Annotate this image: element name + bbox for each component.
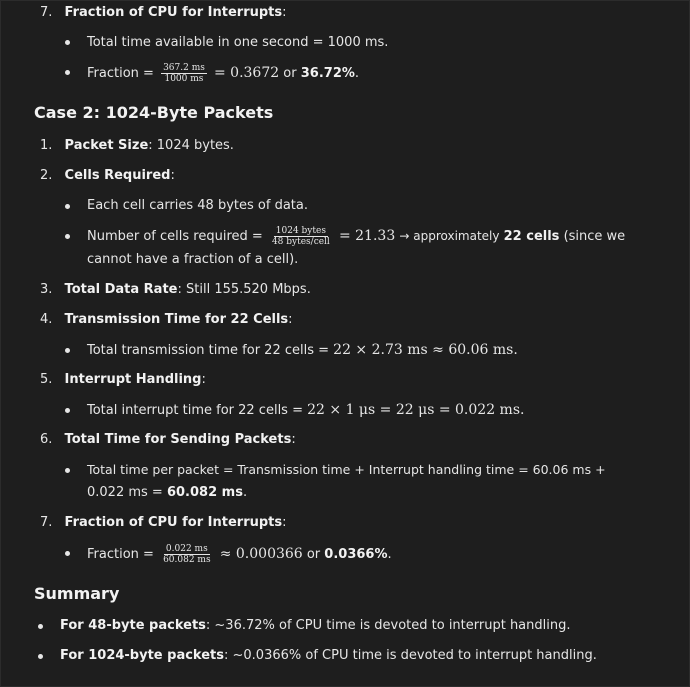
item-title: Packet Size xyxy=(64,138,149,153)
fraction-math: 1024 bytes 48 bytes/cell xyxy=(270,226,332,247)
section-heading: Case 2: 1024-Byte Packets xyxy=(34,103,274,122)
fraction-line: Number of cells required = 1024 bytes 48… xyxy=(87,226,625,247)
fraction-label: Fraction = xyxy=(87,66,154,81)
bullet-text: Total time per packet = Transmission tim… xyxy=(87,462,606,477)
bullet-dot xyxy=(65,408,70,413)
bullet-dot xyxy=(65,70,70,75)
item-text: : xyxy=(288,312,293,327)
bullet-dot xyxy=(65,348,70,353)
bullet-text: Total interrupt time for 22 cells = 22 ×… xyxy=(87,401,524,420)
list-item: 7. Fraction of CPU for Interrupts: xyxy=(40,514,287,532)
bullet-dot xyxy=(65,468,70,473)
approx-text: → approximately xyxy=(399,229,500,243)
total-time-value: 60.082 ms xyxy=(166,485,243,500)
period: . xyxy=(242,485,248,500)
fraction-numerator: 0.022 ms xyxy=(163,544,210,555)
list-item: 2. Cells Required: xyxy=(40,167,175,185)
list-item: 5. Interrupt Handling: xyxy=(40,371,206,389)
list-number: 2. xyxy=(40,168,53,183)
percent-value: 36.72% xyxy=(300,66,355,81)
summary-title: For 1024-byte packets xyxy=(60,648,224,663)
bullet-text-continuation: 0.022 ms = 60.082 ms. xyxy=(87,484,247,502)
item-title: Transmission Time for 22 Cells xyxy=(64,312,289,327)
item-colon: : xyxy=(282,5,287,20)
fraction-label: Fraction = xyxy=(87,547,154,562)
list-item: 3. Total Data Rate: Still 155.520 Mbps. xyxy=(40,281,311,299)
fraction-math: 367.2 ms 1000 ms xyxy=(161,63,207,84)
list-item: 1. Packet Size: 1024 bytes. xyxy=(40,137,234,155)
item-title: Cells Required xyxy=(64,168,171,183)
summary-text: : ~0.0366% of CPU time is devoted to int… xyxy=(224,648,597,663)
summary-item: For 48-byte packets: ~36.72% of CPU time… xyxy=(60,617,571,635)
math-expression: 22 × 1 μs = 22 μs = 0.022 ms. xyxy=(307,402,525,418)
list-number: 6. xyxy=(40,432,53,447)
fraction-numerator: 367.2 ms xyxy=(161,63,207,74)
fraction-numerator: 1024 bytes xyxy=(273,226,328,237)
fraction-denominator: 1000 ms xyxy=(164,74,204,84)
period: . xyxy=(387,547,392,562)
or-text: or xyxy=(283,66,297,81)
bullet-label: Total transmission time for 22 cells = xyxy=(87,343,330,358)
item-text: : xyxy=(282,515,287,530)
item-text: : Still 155.520 Mbps. xyxy=(177,282,311,297)
section-heading: Summary xyxy=(34,584,120,603)
list-item: 4. Transmission Time for 22 Cells: xyxy=(40,311,293,329)
bullet-dot xyxy=(38,654,43,659)
fraction-line: Fraction = 0.022 ms 60.082 ms ≈ 0.000366… xyxy=(87,544,392,565)
list-number: 3. xyxy=(40,282,53,297)
summary-title: For 48-byte packets xyxy=(60,618,206,633)
math-expression: 22 × 2.73 ms ≈ 60.06 ms. xyxy=(333,342,518,358)
item-title: Total Time for Sending Packets xyxy=(64,432,292,447)
bullet-text: Each cell carries 48 bytes of data. xyxy=(87,198,308,213)
bullet-text: Total transmission time for 22 cells = 2… xyxy=(87,341,518,360)
bullet-dot xyxy=(65,551,70,556)
fraction-label: Number of cells required = xyxy=(87,229,263,244)
item-title: Fraction of CPU for Interrupts xyxy=(64,5,283,20)
list-number: 5. xyxy=(40,372,53,387)
fraction-line: Fraction = 367.2 ms 1000 ms = 0.3672 or … xyxy=(87,63,359,84)
bullet-dot xyxy=(65,204,70,209)
list-number: 7. xyxy=(40,515,53,530)
bullet-dot xyxy=(65,40,70,45)
fraction-denominator: 48 bytes/cell xyxy=(271,237,330,247)
item-title: Interrupt Handling xyxy=(64,372,202,387)
fraction-result: ≈ 0.000366 xyxy=(219,546,303,562)
bullet-dot xyxy=(38,624,43,629)
summary-text: : ~36.72% of CPU time is devoted to inte… xyxy=(205,618,571,633)
list-number: 7. xyxy=(40,5,53,20)
percent-value: 0.0366% xyxy=(324,547,388,562)
list-item: 6. Total Time for Sending Packets: xyxy=(40,431,296,449)
item-text: : 1024 bytes. xyxy=(148,138,234,153)
list-number: 1. xyxy=(40,138,53,153)
list-number: 4. xyxy=(40,312,53,327)
fraction-math: 0.022 ms 60.082 ms xyxy=(161,544,213,565)
bullet-text-continuation: cannot have a fraction of a cell). xyxy=(87,252,299,267)
item-text: : xyxy=(291,432,296,447)
or-text: or xyxy=(306,547,321,562)
bullet-dot xyxy=(65,234,70,239)
note-text: (since we xyxy=(563,229,626,244)
bullet-text: Total time available in one second = 100… xyxy=(87,35,389,50)
fraction-denominator: 60.082 ms xyxy=(163,555,211,565)
cells-value: 22 cells xyxy=(503,229,560,244)
bullet-label: 0.022 ms = xyxy=(87,485,163,500)
item-text: : xyxy=(170,168,175,183)
fraction-result: = 21.33 xyxy=(338,228,396,244)
item-title: Total Data Rate xyxy=(64,282,178,297)
item-title: Fraction of CPU for Interrupts xyxy=(64,515,283,530)
summary-item: For 1024-byte packets: ~0.0366% of CPU t… xyxy=(60,647,597,665)
period: . xyxy=(354,66,360,81)
list-item: 7. Fraction of CPU for Interrupts: xyxy=(40,4,287,22)
fraction-result: = 0.3672 xyxy=(213,65,280,81)
item-text: : xyxy=(201,372,206,387)
bullet-label: Total interrupt time for 22 cells = xyxy=(87,403,303,418)
